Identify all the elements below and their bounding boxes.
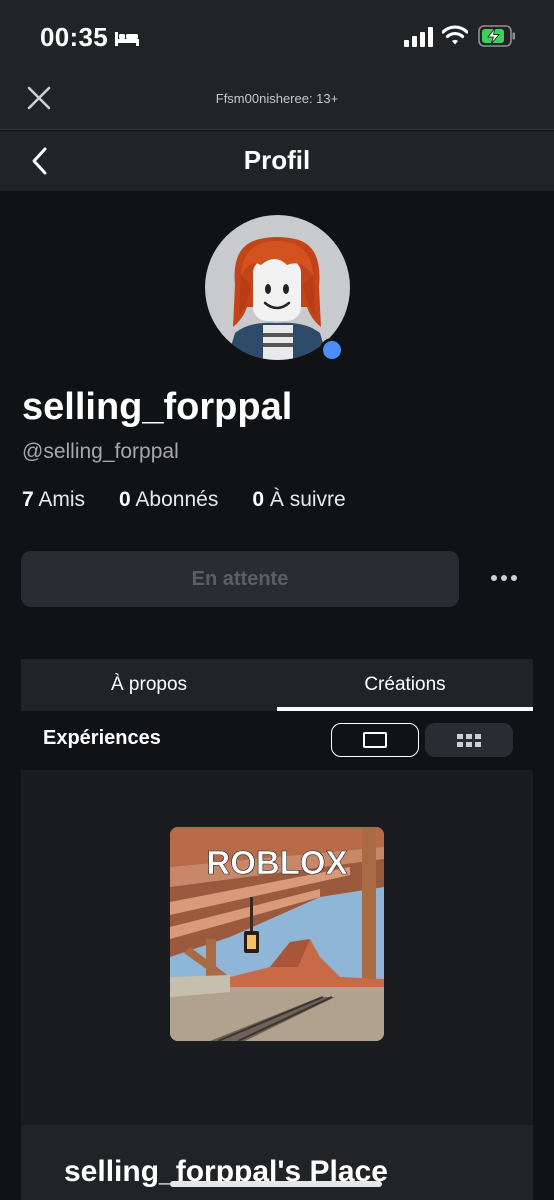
- single-view-icon: [363, 732, 387, 748]
- single-view-button[interactable]: [331, 723, 419, 757]
- chrome-title: Ffsm00nisheree: 13+: [215, 91, 339, 106]
- online-status-indicator: [320, 338, 344, 362]
- experience-card-footer: selling_forppal's Place: [21, 1125, 533, 1200]
- view-mode-toggle: [331, 723, 513, 757]
- stat-following-count: 0: [252, 488, 265, 511]
- username-handle: @selling_forppal: [22, 440, 179, 463]
- status-bar: 00:35: [0, 0, 554, 68]
- stat-following-label: À suivre: [269, 488, 346, 511]
- profile-tabs: À propos Créations: [21, 659, 533, 711]
- page-title: Profil: [243, 145, 311, 175]
- status-time: 00:35: [40, 22, 108, 52]
- roblox-logo: ROBLOX: [206, 844, 347, 881]
- experiences-section-header: Expériences: [21, 711, 533, 769]
- stat-followers-count: 0: [119, 488, 131, 511]
- experience-thumbnail[interactable]: ROBLOX: [170, 827, 384, 1041]
- tab-creations[interactable]: Créations: [277, 659, 533, 711]
- battery-charging-icon: [478, 25, 515, 47]
- app-chrome-bar: Ffsm00nisheree: 13+: [0, 68, 554, 130]
- grid-view-icon: [457, 734, 481, 747]
- grid-view-button[interactable]: [425, 723, 513, 757]
- bed-icon: [115, 32, 139, 46]
- page-header: Profil: [0, 131, 554, 191]
- stat-followers-label: Abonnés: [135, 488, 219, 511]
- home-indicator[interactable]: [170, 1181, 382, 1187]
- more-horizontal-icon[interactable]: [490, 568, 518, 588]
- stat-followers[interactable]: 0 Abonnés: [119, 488, 218, 512]
- section-title: Expériences: [43, 727, 161, 749]
- stat-following[interactable]: 0 À suivre: [252, 488, 345, 512]
- signal-icon: [404, 27, 433, 47]
- wifi-icon: [442, 25, 468, 45]
- stat-friends[interactable]: 7 Amis: [22, 488, 85, 512]
- profile-stats: 7 Amis 0 Abonnés 0 À suivre: [22, 488, 346, 512]
- tab-about[interactable]: À propos: [21, 659, 277, 711]
- stat-friends-count: 7: [22, 488, 34, 511]
- experience-thumbnail-image: ROBLOX: [170, 827, 384, 1041]
- stat-friends-label: Amis: [38, 488, 86, 511]
- profile-page: 00:35 Ffsm00nisheree: 13+ Profil selling…: [0, 0, 554, 1200]
- experience-card[interactable]: ROBLOX selling_forppal's Place: [21, 770, 533, 1200]
- pending-request-button[interactable]: En attente: [21, 551, 459, 607]
- display-name: selling_forppal: [22, 386, 293, 428]
